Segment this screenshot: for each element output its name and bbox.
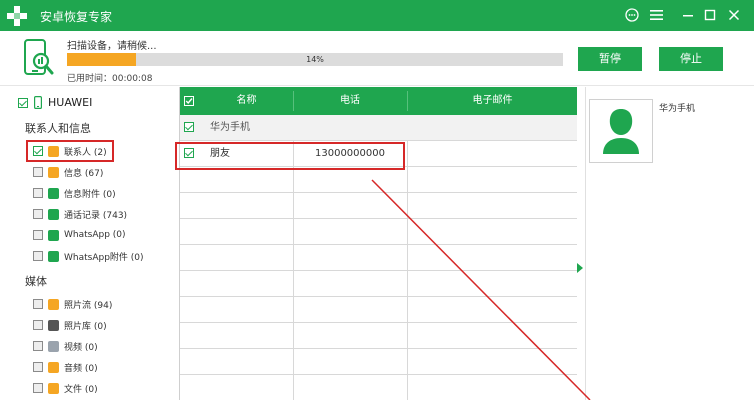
annotation-arrow (371, 179, 591, 400)
